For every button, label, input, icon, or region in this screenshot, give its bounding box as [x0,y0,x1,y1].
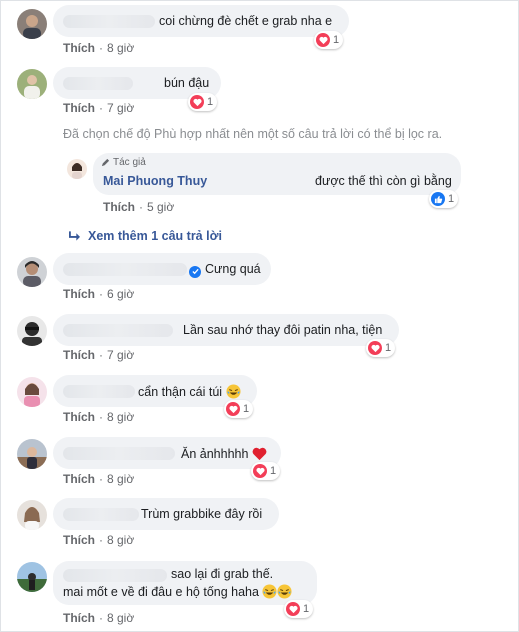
commenter-avatar[interactable] [17,9,47,39]
red-heart-emoji-icon [252,447,267,461]
thumbs-up-icon [431,192,445,206]
comment-time[interactable]: 6 giờ [107,287,134,301]
comment-actions: Thích · 7 giờ [63,101,135,115]
author-name[interactable]: Mai Phuong Thuy [103,174,207,188]
heart-icon [253,464,267,478]
like-button[interactable]: Thích [63,348,95,362]
comment-time[interactable]: 8 giờ [107,41,134,55]
reply-arrow-icon [69,231,80,241]
laughing-tears-emoji-icon [262,584,277,599]
reply-text: được thế thì còn gì bằng [315,174,452,188]
comment-bubble: Lần sau nhớ thay đôi patin nha, tiện [53,314,399,346]
commenter-avatar[interactable] [17,439,47,469]
reaction-count[interactable]: 1 [314,31,344,49]
blurred-commenter-name [63,447,175,460]
commenter-avatar[interactable] [17,257,47,287]
like-button[interactable]: Thích [63,611,95,625]
comment-section: coi chừng đè chết e grab nha e 1 Thích · 8… [0,0,519,632]
commenter-avatar[interactable] [17,500,47,530]
like-button[interactable]: Thích [63,101,95,115]
reaction-count[interactable]: 1 [251,462,281,480]
comment-text: Lần sau nhớ thay đôi patin nha, tiện [183,323,383,337]
comment-text: Cưng quá [189,262,261,278]
comment-time[interactable]: 8 giờ [107,533,134,547]
blurred-commenter-name [63,324,173,337]
reaction-count[interactable]: 1 [429,190,459,208]
comment-actions: Thích · 7 giờ [63,348,135,362]
reaction-count[interactable]: 1 [224,400,254,418]
comment-text-line2: mai mốt e về đi đâu e hộ tống haha [63,584,292,599]
commenter-avatar[interactable] [17,69,47,99]
comment-text: bún đậu [164,76,210,90]
comment-text: cẩn thận cái túi [138,384,241,399]
comment-text: Ăn ảnhhhhh [181,446,267,461]
comment-actions: Thích · 6 giờ [63,287,135,301]
comment-time[interactable]: 7 giờ [107,348,134,362]
blurred-commenter-name [63,15,155,28]
blurred-commenter-name [63,77,133,90]
comment-actions: Thích · 8 giờ [63,533,135,547]
commenter-avatar[interactable] [17,562,47,592]
reply-bubble: Tác giả Mai Phuong Thuy được thế thì còn… [93,153,461,195]
like-button[interactable]: Thích [63,533,95,547]
comment-actions: Thích · 8 giờ [63,472,135,486]
heart-icon [226,402,240,416]
author-avatar[interactable] [67,159,87,179]
like-button[interactable]: Thích [63,41,95,55]
comment-actions: Thích · 8 giờ [63,410,135,424]
comment-bubble: Ăn ảnhhhhh [53,437,281,469]
laughing-tears-emoji-icon [226,384,241,399]
pencil-icon [101,158,110,167]
comment-time[interactable]: 8 giờ [107,611,134,625]
comment-bubble: Trùm grabbike đây rồi [53,498,279,530]
comment-actions: Thích · 8 giờ [63,611,135,625]
commenter-avatar[interactable] [17,377,47,407]
heart-icon [368,341,382,355]
comment-bubble: Cưng quá [53,253,271,285]
like-button[interactable]: Thích [63,287,95,301]
heart-icon [286,602,300,616]
blurred-commenter-name [63,569,167,582]
comment-text-line1: sao lại đi grab thế. [171,567,274,581]
like-button[interactable]: Thích [103,200,135,214]
heart-icon [316,33,330,47]
comment-text: coi chừng đè chết e grab nha e [159,14,333,28]
reaction-count[interactable]: 1 [284,600,314,618]
heart-icon [190,95,204,109]
laughing-tears-emoji-icon [277,584,292,599]
like-button[interactable]: Thích [63,410,95,424]
reply-actions: Thích · 5 giờ [103,200,175,214]
comment-bubble: coi chừng đè chết e grab nha e [53,5,349,37]
comment-actions: Thích · 8 giờ [63,41,135,55]
blurred-commenter-name [63,385,135,398]
comment-time[interactable]: 8 giờ [107,410,134,424]
comment-text: Trùm grabbike đây rồi [141,507,263,521]
comment-bubble: sao lại đi grab thế. mai mốt e về đi đâu… [53,561,317,605]
reaction-count[interactable]: 1 [366,339,396,357]
comment-time[interactable]: 7 giờ [107,101,134,115]
comment-time[interactable]: 8 giờ [107,472,134,486]
reaction-count[interactable]: 1 [188,93,218,111]
blurred-commenter-name [63,263,187,276]
reply-time[interactable]: 5 giờ [147,200,174,214]
view-more-replies-link[interactable]: Xem thêm 1 câu trả lời [69,229,222,243]
like-button[interactable]: Thích [63,472,95,486]
blurred-commenter-name [63,508,139,521]
author-tag: Tác giả [101,157,146,168]
filter-notice: Đã chọn chế độ Phù hợp nhất nên một số c… [63,127,443,141]
commenter-avatar[interactable] [17,316,47,346]
verified-badge-icon [189,265,201,278]
